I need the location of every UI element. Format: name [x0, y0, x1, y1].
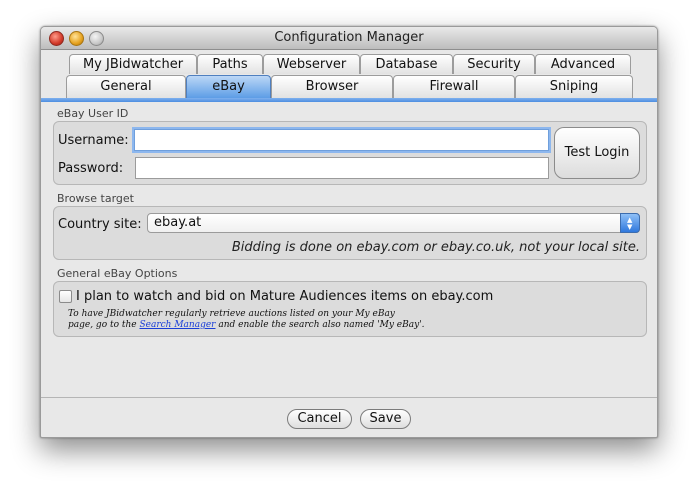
tab-firewall[interactable]: Firewall [393, 75, 515, 98]
window-title: Configuration Manager [274, 30, 424, 45]
country-site-select[interactable]: ebay.at ▲ ▼ [147, 213, 640, 233]
title-bar[interactable]: Configuration Manager [41, 27, 657, 50]
tab-paths[interactable]: Paths [197, 54, 263, 74]
my-ebay-help-text: To have JBidwatcher regularly retrieve a… [68, 309, 425, 331]
username-input[interactable] [134, 129, 549, 151]
footer-divider [41, 397, 657, 398]
browse-target-group: Country site: ebay.at ▲ ▼ Bidding is don… [53, 206, 647, 260]
test-login-button[interactable]: Test Login [554, 127, 640, 179]
browse-target-section-label: Browse target [57, 192, 134, 205]
tab-advanced[interactable]: Advanced [535, 54, 631, 74]
tab-ebay[interactable]: eBay [186, 75, 271, 98]
help-line-1: To have JBidwatcher regularly retrieve a… [68, 309, 395, 319]
save-button[interactable]: Save [360, 409, 411, 429]
general-options-group: I plan to watch and bid on Mature Audien… [53, 281, 647, 337]
tab-sniping[interactable]: Sniping [515, 75, 633, 98]
tab-general[interactable]: General [66, 75, 186, 98]
country-site-value: ebay.at [154, 215, 202, 230]
general-options-section-label: General eBay Options [57, 267, 178, 280]
cancel-button[interactable]: Cancel [287, 409, 352, 429]
select-arrows-icon[interactable]: ▲ ▼ [620, 213, 640, 233]
help-line-2-suffix: and enable the search also named 'My eBa… [215, 320, 425, 330]
tab-my-jbidwatcher[interactable]: My JBidwatcher [69, 54, 197, 74]
bidding-note: Bidding is done on ebay.com or ebay.co.u… [231, 240, 640, 255]
tab-browser[interactable]: Browser [271, 75, 393, 98]
help-line-2: page, go to the Search Manager and enabl… [68, 320, 425, 331]
tab-security[interactable]: Security [453, 54, 535, 74]
mature-audiences-checkbox[interactable] [59, 290, 72, 303]
ebay-user-id-section-label: eBay User ID [57, 107, 129, 120]
username-label: Username: [58, 133, 129, 148]
password-input[interactable] [135, 157, 549, 179]
help-line-2-prefix: page, go to the [68, 320, 140, 330]
tab-webserver[interactable]: Webserver [263, 54, 360, 74]
search-manager-link[interactable]: Search Manager [139, 320, 215, 330]
ebay-user-id-group: Username: Password: Test Login [53, 121, 647, 185]
mature-audiences-label[interactable]: I plan to watch and bid on Mature Audien… [76, 289, 493, 304]
configuration-manager-window: Configuration Manager My JBidwatcher Pat… [40, 26, 658, 438]
tab-underline [41, 98, 657, 102]
password-label: Password: [58, 161, 124, 176]
country-site-label: Country site: [58, 217, 142, 232]
tab-database[interactable]: Database [360, 54, 453, 74]
